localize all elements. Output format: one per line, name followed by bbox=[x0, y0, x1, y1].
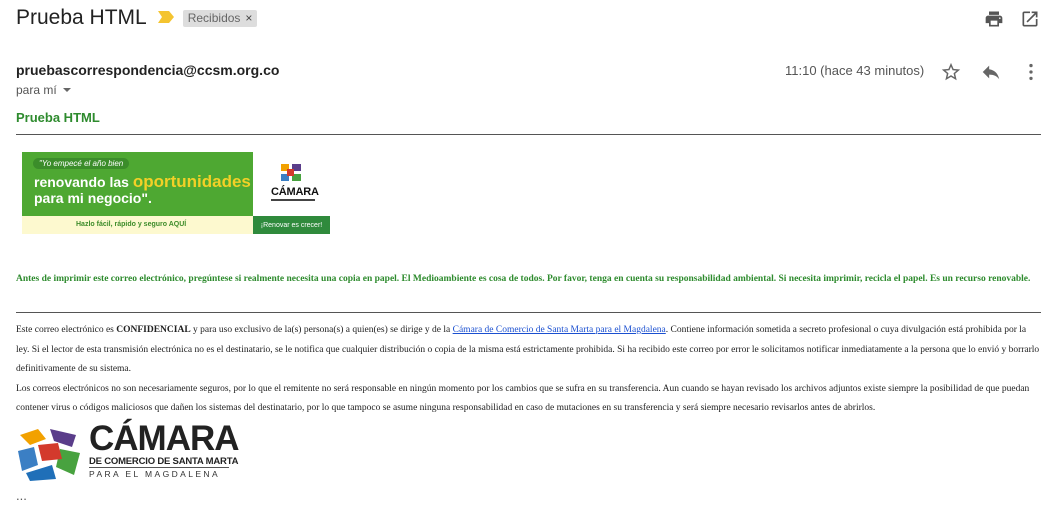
confidentiality-notice: Este correo electrónico es CONFIDENCIAL … bbox=[16, 321, 1041, 419]
importance-marker-icon[interactable] bbox=[157, 10, 174, 28]
recipient-label: para mí bbox=[16, 83, 57, 97]
banner-headline-highlight: oportunidades bbox=[132, 172, 251, 191]
notice-emphasis: CONFIDENCIAL bbox=[116, 325, 191, 335]
signature-logo: CÁMARA DE COMERCIO DE SANTA MARTA PARA E… bbox=[16, 419, 240, 483]
show-trimmed-content-button[interactable]: ... bbox=[16, 488, 27, 503]
banner-logo-word: CÁMARA bbox=[271, 186, 319, 198]
notice-text: Este correo electrónico es bbox=[16, 325, 117, 335]
banner-logo-rule bbox=[271, 199, 315, 201]
star-icon[interactable] bbox=[940, 61, 962, 83]
more-vertical-icon[interactable] bbox=[1020, 61, 1042, 83]
banner-headline: renovando las oportunidades bbox=[34, 172, 251, 192]
chevron-down-icon[interactable] bbox=[62, 88, 71, 92]
divider bbox=[16, 312, 1041, 313]
camara-logo-icon bbox=[281, 164, 301, 181]
message-actions bbox=[940, 61, 1050, 83]
notice-text: y para uso exclusivo de la(s) persona(s)… bbox=[190, 325, 453, 335]
camara-logo-icon bbox=[18, 429, 80, 481]
recipient-row[interactable]: para mí bbox=[16, 83, 71, 97]
subject-row: Prueba HTML Recibidos × bbox=[16, 6, 258, 30]
banner-headline-text: renovando las bbox=[34, 174, 133, 190]
reply-icon[interactable] bbox=[980, 61, 1002, 83]
camara-link[interactable]: Cámara de Comercio de Santa Marta para e… bbox=[453, 325, 666, 335]
signature-rule bbox=[89, 467, 229, 468]
timestamp: 11:10 (hace 43 minutos) bbox=[785, 63, 925, 78]
banner-subline: para mi negocio". bbox=[34, 190, 152, 206]
renew-button[interactable]: ¡Renovar es crecer! bbox=[253, 216, 330, 234]
open-in-new-window-icon[interactable] bbox=[1020, 9, 1040, 29]
renewal-banner[interactable]: "Yo empecé el año bien renovando las opo… bbox=[22, 152, 330, 234]
signature-line1: DE COMERCIO DE SANTA MARTA bbox=[89, 456, 239, 467]
security-notice: Los correos electrónicos no son necesari… bbox=[16, 383, 1030, 414]
label-chip-text: Recibidos bbox=[187, 11, 241, 25]
body-title: Prueba HTML bbox=[16, 110, 100, 125]
signature-word: CÁMARA bbox=[89, 419, 240, 458]
banner-logo: CÁMARA bbox=[253, 152, 330, 216]
environment-notice: Antes de imprimir este correo electrónic… bbox=[16, 274, 1031, 284]
print-icon[interactable] bbox=[984, 9, 1004, 29]
signature-line2: PARA EL MAGDALENA bbox=[89, 469, 221, 479]
banner-quote: "Yo empecé el año bien bbox=[33, 158, 130, 169]
sender-address[interactable]: pruebascorrespondencia@ccsm.org.co bbox=[16, 62, 279, 78]
banner-cta[interactable]: Hazlo fácil, rápido y seguro AQUÍ bbox=[76, 221, 186, 228]
label-chip-inbox[interactable]: Recibidos × bbox=[182, 9, 258, 27]
email-subject: Prueba HTML bbox=[16, 6, 147, 29]
top-toolbar bbox=[968, 9, 1040, 29]
remove-label-icon[interactable]: × bbox=[245, 11, 252, 25]
divider bbox=[16, 134, 1041, 135]
